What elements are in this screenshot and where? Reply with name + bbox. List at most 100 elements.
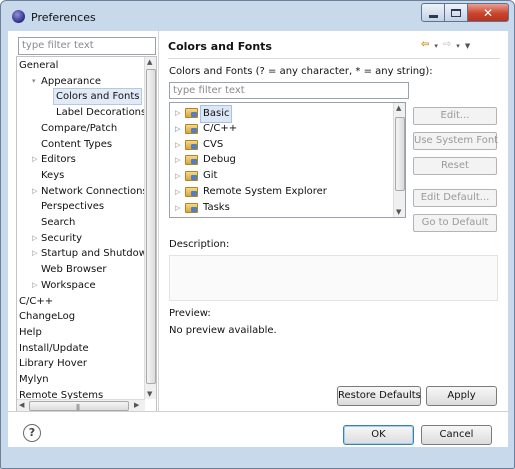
scroll-left-icon[interactable]: ◀ (19, 401, 24, 409)
tree-horizontal-scrollbar[interactable]: ◀ ||| ▶ (17, 399, 145, 411)
tree-item-label: ChangeLog (19, 311, 76, 323)
collapsed-arrow-icon[interactable]: ▷ (32, 184, 40, 199)
tree-scroll-thumb[interactable] (146, 69, 156, 384)
preview-text: No preview available. (169, 325, 277, 336)
preference-tree: ▾General▾AppearanceColors and FontsLabel… (16, 56, 157, 412)
tree-item-label: Perspectives (41, 201, 105, 213)
forward-history-dropdown-icon[interactable]: ▾ (456, 39, 460, 53)
scroll-down-icon[interactable]: ▼ (396, 208, 401, 216)
back-history-dropdown-icon[interactable]: ▾ (434, 39, 438, 53)
collapsed-arrow-icon[interactable]: ▷ (32, 246, 40, 261)
forward-arrow-icon[interactable]: ⇨ (443, 39, 451, 53)
tree-item-label: Web Browser (41, 264, 107, 276)
color-category-item[interactable]: ▷ Git (170, 168, 392, 184)
tree-item-label: C/C++ (19, 295, 54, 307)
color-category-item[interactable]: ▷ C/C++ (170, 121, 392, 137)
tree-item-label: Security (41, 232, 83, 244)
tree-item-label: Colors and Fonts (53, 88, 143, 106)
scroll-up-icon[interactable]: ▲ (147, 58, 152, 66)
color-category-item[interactable]: ▷ CVS (170, 137, 392, 153)
font-folder-icon (185, 123, 198, 134)
tree-item-label: Install/Update (19, 342, 89, 354)
go-to-default-button[interactable]: Go to Default (413, 214, 497, 232)
scroll-right-icon[interactable]: ▶ (134, 401, 139, 409)
tree-hscroll-thumb[interactable]: ||| (29, 401, 129, 411)
category-label: Git (203, 170, 218, 182)
collapsed-arrow-icon[interactable]: ▷ (175, 105, 180, 121)
color-category-item[interactable]: ▷ Basic (170, 105, 392, 123)
tree-item-label: Remote Systems (19, 389, 104, 399)
colors-tree-scrollbar[interactable]: ▲ ▼ (393, 103, 405, 217)
collapsed-arrow-icon[interactable]: ▷ (175, 168, 180, 184)
tree-item-label: Keys (41, 169, 65, 181)
description-label: Description: (169, 239, 230, 250)
category-label: Debug (203, 154, 236, 166)
font-folder-icon (185, 108, 198, 118)
color-category-item[interactable]: ▷ Remote System Explorer (170, 184, 392, 200)
colors-fonts-tree: ▷ Basic ▷ C/C++ ▷ CVS ▷ Debug ▷ Git ▷ Remote System… (169, 102, 406, 218)
back-arrow-icon[interactable]: ⇦ (421, 39, 429, 53)
help-icon[interactable]: ? (23, 424, 41, 442)
close-icon: ✕ (482, 5, 494, 20)
scroll-up-icon[interactable]: ▲ (396, 104, 401, 112)
eclipse-icon (12, 10, 25, 23)
menu-dropdown-icon[interactable]: ▼ (465, 39, 470, 53)
collapsed-arrow-icon[interactable]: ▷ (175, 184, 180, 200)
apply-button[interactable]: Apply (426, 386, 497, 406)
collapsed-arrow-icon[interactable]: ▷ (175, 200, 180, 216)
collapsed-arrow-icon[interactable]: ▷ (175, 137, 180, 153)
description-box (169, 255, 498, 301)
collapsed-arrow-icon[interactable]: ▷ (175, 152, 180, 168)
tree-item-label: General (19, 60, 59, 71)
category-label: Remote System Explorer (203, 186, 327, 197)
reset-button[interactable]: Reset (413, 157, 497, 175)
tree-item-label: Appearance (41, 75, 102, 87)
grip-icon: ||| (76, 404, 80, 411)
edit-button[interactable]: Edit... (413, 107, 497, 125)
maximize-button[interactable] (444, 3, 468, 22)
collapsed-arrow-icon[interactable]: ▷ (32, 152, 40, 167)
category-label: Text Sea... (203, 216, 255, 217)
preference-page: Colors and Fonts ⇦ ▾ ⇨ ▾ ▼ Colors and Fo… (159, 31, 508, 411)
category-label: Tasks (203, 201, 230, 213)
tree-filter-input[interactable]: type filter text (18, 37, 156, 55)
use-system-font-button[interactable]: Use System Font (413, 132, 498, 150)
minimize-button[interactable] (421, 3, 445, 22)
collapsed-arrow-icon[interactable]: ▷ (32, 278, 40, 293)
title-separator (168, 58, 500, 59)
collapsed-arrow-icon[interactable]: ▷ (175, 216, 180, 217)
font-folder-icon (185, 202, 198, 213)
font-folder-icon (185, 139, 198, 150)
tree-item-label: Startup and Shutdown (41, 248, 145, 260)
preferences-window: Preferences ✕ type filter text ▾ General ▾… (0, 0, 515, 469)
collapsed-arrow-icon[interactable]: ▷ (32, 231, 40, 246)
close-button[interactable]: ✕ (467, 3, 509, 22)
cancel-button[interactable]: Cancel (421, 425, 492, 445)
color-category-item[interactable]: ▷ Debug (170, 152, 392, 168)
color-category-item[interactable]: ▷ Tasks (170, 200, 392, 216)
tree-item-label: Content Types (41, 138, 113, 150)
ok-button[interactable]: OK (343, 425, 414, 445)
preference-tree-items: ▾General▾AppearanceColors and FontsLabel… (17, 57, 145, 399)
collapsed-arrow-icon[interactable]: ▷ (175, 121, 180, 137)
minimize-icon (428, 15, 438, 18)
title-bar[interactable]: Preferences ✕ (1, 1, 514, 31)
tree-vertical-scrollbar[interactable]: ▲ ▼ (144, 57, 156, 399)
tree-item-label: Search (41, 217, 76, 228)
colors-tree-scroll-thumb[interactable] (395, 117, 405, 191)
category-label: CVS (203, 138, 224, 150)
color-category-item[interactable]: ▷ Text Sea... (170, 216, 392, 217)
tree-item-label: Mylyn (19, 374, 49, 385)
restore-defaults-button[interactable]: Restore Defaults (337, 386, 421, 406)
edit-default-button[interactable]: Edit Default... (413, 189, 497, 207)
colors-fonts-label: Colors and Fonts (? = any character, * =… (169, 66, 433, 77)
colors-filter-input[interactable]: type filter text (169, 82, 409, 99)
font-folder-icon (185, 187, 198, 197)
window-title: Preferences (31, 11, 96, 24)
scroll-down-icon[interactable]: ▼ (147, 390, 152, 398)
expanded-arrow-icon[interactable]: ▾ (32, 74, 40, 89)
tree-item-label: Editors (41, 154, 76, 166)
tree-item-label: Label Decorations (56, 107, 145, 119)
dialog-body: type filter text ▾General▾AppearanceColo… (8, 31, 508, 447)
page-title: Colors and Fonts (168, 40, 272, 53)
